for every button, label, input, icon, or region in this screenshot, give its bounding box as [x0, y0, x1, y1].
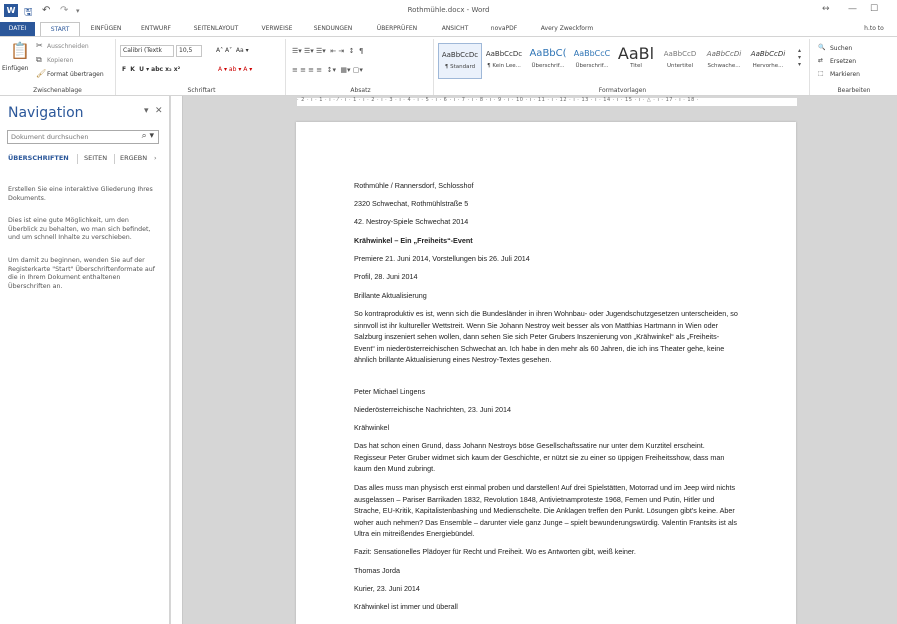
- styles-group-label: Formatvorlagen: [598, 87, 647, 94]
- clipboard-group-label: Zwischenablage: [33, 87, 82, 94]
- doc-paragraph[interactable]: Krähwinkel – Ein „Freiheits“-Event: [354, 235, 738, 247]
- navigation-pane: Navigation ▾ ✕ Dokument durchsuchen ⌕ ▾ …: [0, 96, 170, 624]
- font-size-select[interactable]: 10,5: [176, 45, 202, 57]
- doc-paragraph[interactable]: 2320 Schwechat, Rothmühlstraße 5: [354, 198, 738, 210]
- maximize-icon[interactable]: ☐: [870, 4, 878, 14]
- document-page[interactable]: Rothmühle / Rannersdorf, Schlosshof 2320…: [296, 122, 796, 624]
- clipboard-group: 📋 Einfügen ✂ Ausschneiden ⧉ Kopieren 🖌 F…: [0, 39, 116, 95]
- style-titel[interactable]: AaBl Titel: [614, 43, 658, 79]
- user-account[interactable]: h.to to: [852, 22, 896, 36]
- doc-paragraph[interactable]: Fazit: Sensationelles Plädoyer für Recht…: [354, 546, 738, 558]
- style-standard[interactable]: AaBbCcDc ¶ Standard: [438, 43, 482, 79]
- paragraph-group-label: Absatz: [350, 87, 371, 94]
- navigation-title: Navigation: [8, 105, 84, 121]
- search-icon[interactable]: ⌕ ▾: [142, 131, 154, 141]
- nav-help-text: Um damit zu beginnen, wenden Sie auf der…: [8, 257, 155, 290]
- styles-more-icon[interactable]: ▴ ▾ ▾: [798, 47, 801, 68]
- font-color-icons[interactable]: A ▾ ab ▾ A ▾: [218, 66, 252, 73]
- tab-scroll-right-icon[interactable]: ›: [154, 154, 157, 162]
- minimize-icon[interactable]: —: [848, 4, 857, 14]
- style-heading-1[interactable]: AaBbC(Überschrif...: [526, 43, 570, 79]
- paste-button[interactable]: Einfügen: [2, 65, 28, 72]
- doc-paragraph[interactable]: Das hat schon einen Grund, dass Johann N…: [354, 440, 738, 475]
- paste-icon[interactable]: 📋: [10, 41, 30, 60]
- alignment-icons[interactable]: ≡ ≡ ≡ ≡ ↕▾ ▦▾ ▢▾: [292, 66, 363, 74]
- tab-pages[interactable]: SEITEN: [84, 154, 107, 162]
- nav-help-text: Dies ist eine gute Möglichkeit, um den Ü…: [8, 217, 151, 242]
- font-group-label: Schriftart: [187, 87, 216, 94]
- list-indent-icons[interactable]: ☰▾ ☰▾ ☰▾ ⇤ ⇥ ↕ ¶: [292, 47, 363, 55]
- doc-paragraph[interactable]: Thomas Jorda: [354, 565, 738, 577]
- editing-group-label: Bearbeiten: [837, 87, 871, 94]
- style-kein-leerraum[interactable]: AaBbCcDc ¶ Kein Lee...: [482, 43, 526, 79]
- document-search-input[interactable]: Dokument durchsuchen ⌕ ▾: [7, 130, 159, 144]
- format-painter-icon[interactable]: 🖌: [36, 69, 46, 78]
- tab-results[interactable]: ERGEBN: [120, 154, 147, 162]
- window-title: Rothmühle.docx - Word: [407, 6, 490, 14]
- replace-icon[interactable]: ⇄: [818, 57, 823, 64]
- ribbon-display-icon[interactable]: ↔: [822, 4, 830, 14]
- tab-ansicht[interactable]: ANSICHT: [434, 22, 476, 36]
- style-untertitel[interactable]: AaBbCcD Untertitel: [658, 43, 702, 79]
- cut-button[interactable]: Ausschneiden: [47, 43, 89, 50]
- cut-icon[interactable]: ✂: [36, 41, 43, 50]
- copy-icon[interactable]: ⧉: [36, 55, 42, 65]
- doc-paragraph[interactable]: Rothmühle / Rannersdorf, Schlosshof: [354, 180, 738, 192]
- tab-headings[interactable]: ÜBERSCHRIFTEN: [8, 154, 69, 162]
- tab-seitenlayout[interactable]: SEITENLAYOUT: [184, 22, 248, 36]
- style-hervorhebung[interactable]: AaBbCcDi Hervorhe...: [746, 43, 790, 79]
- search-placeholder: Dokument durchsuchen: [11, 133, 89, 141]
- horizontal-ruler: · 2 · ı · 1 · ı · ⁄ · ı · 1 · ı · 2 · ı …: [183, 96, 897, 108]
- tab-avery-zweckform[interactable]: Avery Zweckform: [532, 22, 602, 36]
- doc-paragraph[interactable]: Niederösterreichische Nachrichten, 23. J…: [354, 404, 738, 416]
- doc-paragraph[interactable]: Krähwinkel ist immer und überall: [354, 601, 738, 613]
- nav-help-text: Erstellen Sie eine interaktive Gliederun…: [8, 186, 153, 202]
- tab-verweise[interactable]: VERWEISE: [254, 22, 300, 36]
- find-icon[interactable]: 🔍: [818, 44, 825, 51]
- vertical-ruler: [171, 96, 183, 624]
- replace-button[interactable]: Ersetzen: [830, 58, 856, 65]
- ribbon-tabs: DATEI START EINFÜGEN ENTWURF SEITENLAYOU…: [0, 22, 897, 37]
- bold-italic-underline-icons[interactable]: F K U ▾ abc x₂ x²: [122, 66, 180, 73]
- tab-novapdf[interactable]: novaPDF: [484, 22, 524, 36]
- tab-sendungen[interactable]: SENDUNGEN: [306, 22, 360, 36]
- select-button[interactable]: Markieren: [830, 71, 860, 78]
- doc-paragraph[interactable]: Brillante Aktualisierung: [354, 290, 738, 302]
- tab-start[interactable]: START: [40, 22, 80, 37]
- tab-divider: [114, 154, 115, 164]
- doc-paragraph[interactable]: Kurier, 23. Juni 2014: [354, 583, 738, 595]
- paragraph-group: ☰▾ ☰▾ ☰▾ ⇤ ⇥ ↕ ¶ ≡ ≡ ≡ ≡ ↕▾ ▦▾ ▢▾ Absatz: [288, 39, 434, 95]
- doc-paragraph[interactable]: Profil, 28. Juni 2014: [354, 271, 738, 283]
- styles-group: AaBbCcDc ¶ Standard AaBbCcDc ¶ Kein Lee...…: [436, 39, 810, 95]
- copy-button[interactable]: Kopieren: [47, 57, 73, 64]
- editing-group: 🔍 Suchen ⇄ Ersetzen ⬚ Markieren Bearbeit…: [812, 39, 896, 95]
- style-heading-2[interactable]: AaBbCcC Überschrif...: [570, 43, 614, 79]
- ribbon: 📋 Einfügen ✂ Ausschneiden ⧉ Kopieren 🖌 F…: [0, 36, 897, 96]
- tab-ueberpruefen[interactable]: ÜBERPRÜFEN: [368, 22, 426, 36]
- tab-entwurf[interactable]: ENTWURF: [134, 22, 178, 36]
- find-button[interactable]: Suchen: [830, 45, 852, 52]
- ruler-ticks: · 2 · ı · 1 · ı · ⁄ · ı · 1 · ı · 2 · ı …: [297, 97, 699, 103]
- doc-paragraph[interactable]: 42. Nestroy-Spiele Schwechat 2014: [354, 216, 738, 228]
- grow-shrink-font-icon[interactable]: A˄ A˅ Aa ▾: [216, 47, 249, 54]
- tab-divider: [77, 154, 78, 164]
- doc-paragraph[interactable]: Krähwinkel: [354, 422, 738, 434]
- close-pane-icon[interactable]: ✕: [155, 106, 163, 116]
- style-schwache-hervorhebung[interactable]: AaBbCcDi Schwache...: [702, 43, 746, 79]
- select-icon[interactable]: ⬚: [818, 70, 824, 77]
- pane-options-icon[interactable]: ▾: [144, 106, 149, 116]
- doc-paragraph[interactable]: So kontraproduktiv es ist, wenn sich die…: [354, 308, 738, 366]
- format-painter-button[interactable]: Format übertragen: [47, 71, 104, 78]
- font-name-select[interactable]: Calibri (Textk: [120, 45, 174, 57]
- doc-paragraph[interactable]: Das alles muss man physisch erst einmal …: [354, 482, 738, 540]
- doc-paragraph[interactable]: Premiere 21. Juni 2014, Vorstellungen bi…: [354, 253, 738, 265]
- font-group: Calibri (Textk 10,5 A˄ A˅ Aa ▾ F K U ▾ a…: [118, 39, 286, 95]
- tab-einfuegen[interactable]: EINFÜGEN: [84, 22, 128, 36]
- doc-paragraph[interactable]: Peter Michael Lingens: [354, 386, 738, 398]
- title-bar: W 🖫 ↶ ↷ ▾ Rothmühle.docx - Word ↔ — ☐: [0, 0, 897, 22]
- tab-datei[interactable]: DATEI: [0, 22, 35, 36]
